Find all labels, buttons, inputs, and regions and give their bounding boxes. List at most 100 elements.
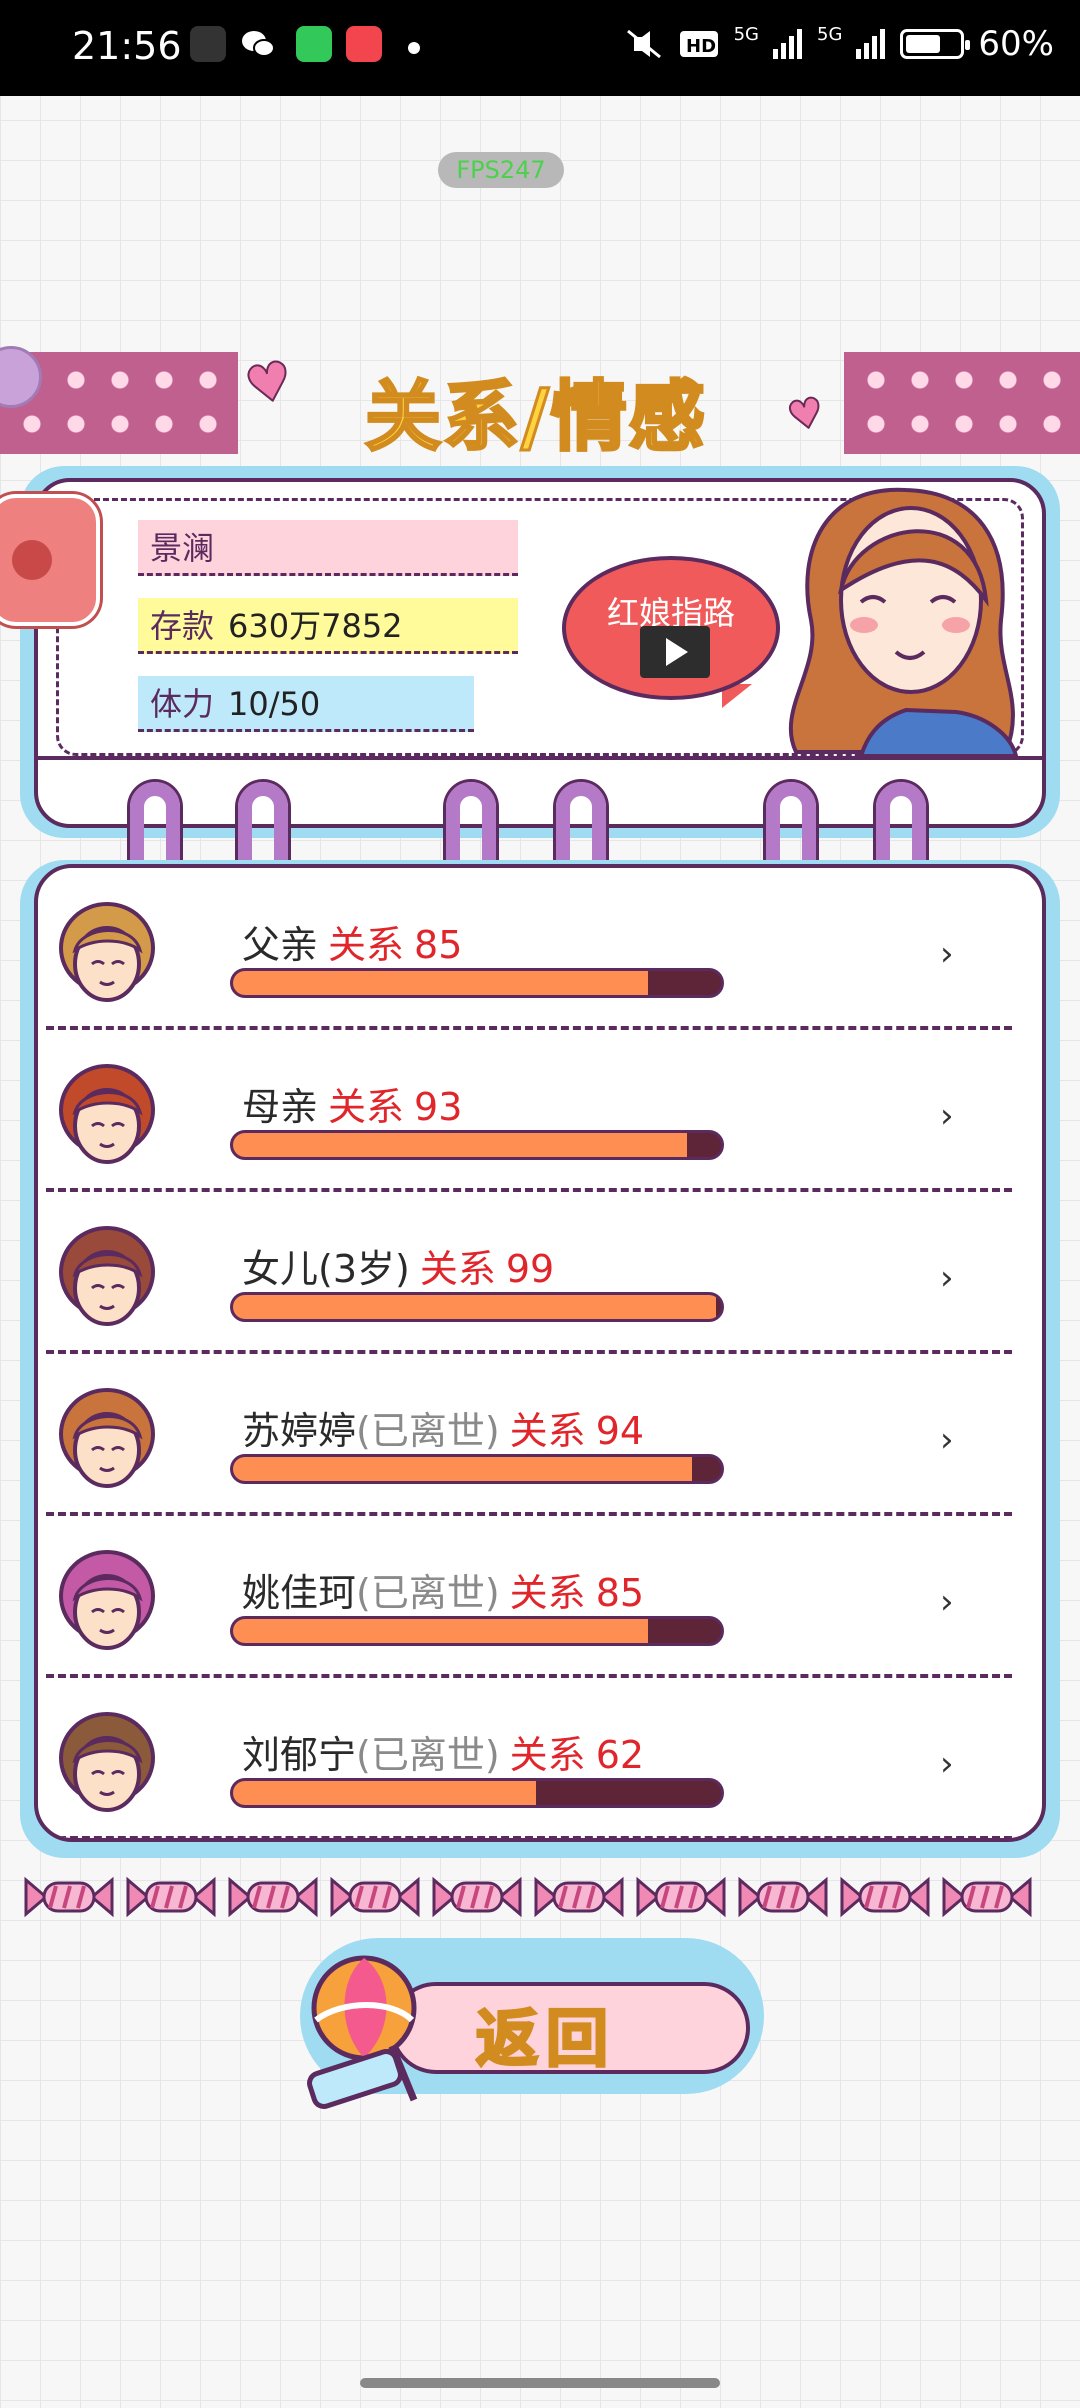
relationship-name-line: 母亲 关系 93 <box>242 1076 462 1131</box>
tab-dot-icon <box>12 540 52 580</box>
person-name: 母亲 <box>242 1085 319 1129</box>
relationship-row[interactable]: 姚佳珂(已离世) 关系 85 › <box>38 1516 1042 1678</box>
network-label-1: 5G <box>733 23 760 45</box>
daughter-avatar <box>59 1226 155 1326</box>
relation-value: 85 <box>595 1571 645 1615</box>
candy-icon <box>330 1876 420 1918</box>
candy-icon <box>228 1876 318 1918</box>
relation-label: 关系 <box>509 1733 586 1777</box>
relation-label: 关系 <box>509 1409 586 1453</box>
relation-value: 94 <box>595 1409 645 1453</box>
stamina-value: 10/50 <box>228 685 321 723</box>
money-value: 630万7852 <box>228 607 403 645</box>
svg-text:HD: HD <box>686 36 716 57</box>
relation-value: 62 <box>595 1733 645 1777</box>
page-title: 关系/情感 <box>364 371 707 463</box>
relationship-bar-fill <box>233 1133 687 1157</box>
relationship-name-line: 父亲 关系 85 <box>242 914 462 969</box>
relationship-bar <box>230 1130 724 1160</box>
candy-icon <box>24 1876 114 1918</box>
network-label-2: 5G <box>817 23 843 45</box>
person-name: 女儿(3岁) <box>242 1247 410 1291</box>
candy-icon <box>942 1876 1032 1918</box>
side-tab-button[interactable] <box>0 494 100 626</box>
relation-value: 85 <box>414 923 463 967</box>
profile-stamina-field: 体力 10/50 <box>138 676 474 732</box>
battery-percent: 60% <box>978 24 1054 64</box>
relationship-bar <box>230 1292 724 1322</box>
woman-curly-avatar <box>59 1550 155 1650</box>
chevron-right-icon[interactable]: › <box>940 1744 954 1784</box>
person-name: 刘郁宁 <box>242 1733 357 1777</box>
notification-dot-icon <box>408 42 420 54</box>
home-indicator[interactable] <box>360 2378 720 2388</box>
relationship-row[interactable]: 女儿(3岁) 关系 99 › <box>38 1192 1042 1354</box>
person-name: 姚佳珂 <box>242 1571 357 1615</box>
relation-label: 关系 <box>328 923 405 967</box>
candy-icon <box>534 1876 624 1918</box>
relationship-bar-fill <box>233 1457 692 1481</box>
candy-icon <box>432 1876 522 1918</box>
status-time: 21:56 <box>72 24 182 68</box>
stamina-label: 体力 <box>150 685 215 723</box>
relationship-bar <box>230 1454 724 1484</box>
battery-icon <box>900 29 971 59</box>
hd-icon: HD <box>678 27 720 61</box>
relationship-bar-fill <box>233 1619 648 1643</box>
profile-money-field: 存款 630万7852 <box>138 598 518 654</box>
chevron-right-icon[interactable]: › <box>940 1258 954 1298</box>
deceased-note: (已离世) <box>356 1733 500 1777</box>
matchmaker-button[interactable]: 红娘指路 <box>562 556 780 700</box>
deceased-note: (已离世) <box>356 1409 500 1453</box>
deceased-note: (已离世) <box>356 1571 500 1615</box>
mute-icon <box>624 27 664 61</box>
relation-label: 关系 <box>328 1085 405 1129</box>
relationship-name-line: 刘郁宁(已离世) 关系 62 <box>242 1724 644 1779</box>
chevron-right-icon[interactable]: › <box>940 934 954 974</box>
relation-value: 99 <box>505 1247 555 1291</box>
relationship-row[interactable]: 父亲 关系 85 › <box>38 868 1042 1030</box>
profile-divider <box>34 756 1046 760</box>
relationship-row[interactable]: 苏婷婷(已离世) 关系 94 › <box>38 1354 1042 1516</box>
relation-label: 关系 <box>419 1247 496 1291</box>
wechat-icon <box>240 26 276 62</box>
lollipop-icon <box>307 1955 418 2109</box>
relationship-name-line: 姚佳珂(已离世) 关系 85 <box>242 1562 644 1617</box>
relationship-bar-fill <box>233 1781 536 1805</box>
woman-avatar <box>59 1388 155 1488</box>
profile-name-field: 景澜 <box>138 520 518 576</box>
person-name: 父亲 <box>242 923 319 967</box>
mother-avatar <box>59 1064 155 1164</box>
father-avatar <box>59 902 155 1002</box>
sms-icon <box>296 26 332 62</box>
chevron-right-icon[interactable]: › <box>940 1096 954 1136</box>
relationship-bar <box>230 1778 724 1808</box>
row-separator <box>46 1836 1012 1838</box>
candy-icon <box>636 1876 726 1918</box>
signal-icon <box>773 27 803 61</box>
video-play-icon <box>640 626 710 678</box>
relationship-list[interactable]: 父亲 关系 85 › 母亲 关系 93 › 女儿(3岁) 关系 99 › 苏婷婷(已离世) 关系 94 › 姚佳… <box>34 864 1046 1842</box>
man-avatar <box>59 1712 155 1812</box>
relation-value: 93 <box>414 1085 463 1129</box>
relationship-bar-fill <box>233 1295 717 1319</box>
heart-icon: ♥ <box>239 349 299 419</box>
candy-decoration-row <box>24 1874 1064 1924</box>
money-label: 存款 <box>150 607 215 645</box>
app-icon <box>190 26 226 62</box>
girl-illustration <box>788 487 1019 756</box>
candy-icon <box>738 1876 828 1918</box>
candy-icon <box>126 1876 216 1918</box>
candy-icon <box>840 1876 930 1918</box>
chevron-right-icon[interactable]: › <box>940 1582 954 1622</box>
signal-icon <box>856 27 886 61</box>
relationship-bar <box>230 968 724 998</box>
fps-counter: FPS247 <box>438 152 564 188</box>
relationship-row[interactable]: 母亲 关系 93 › <box>38 1030 1042 1192</box>
status-bar: 21:56 HD 5G 5G 60% <box>0 0 1080 96</box>
relationship-row[interactable]: 刘郁宁(已离世) 关系 62 › <box>38 1678 1042 1838</box>
music-icon <box>346 26 382 62</box>
chevron-right-icon[interactable]: › <box>940 1420 954 1460</box>
relationship-bar <box>230 1616 724 1646</box>
heart-icon: ♥ <box>783 388 830 442</box>
